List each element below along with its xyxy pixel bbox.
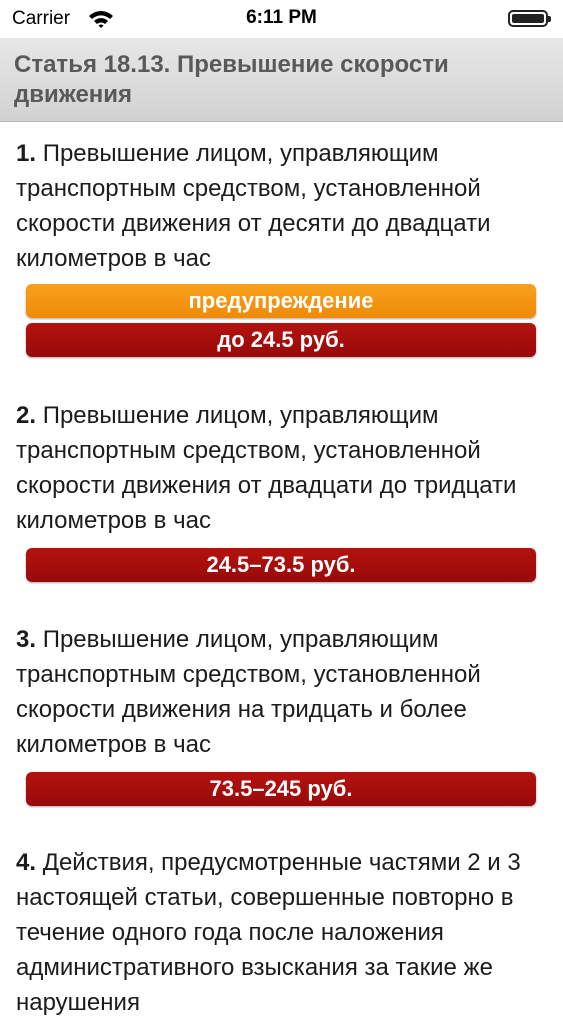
item-number: 2. <box>16 402 37 429</box>
penalty-fine-badge: 24.5–73.5 руб. <box>26 548 536 582</box>
item-number: 4. <box>16 849 37 876</box>
item-text: Превышение лицом, управляющим транспортн… <box>16 402 517 534</box>
status-bar: Carrier 6:11 PM <box>0 0 563 38</box>
item-number: 3. <box>16 626 37 653</box>
battery-icon <box>508 10 551 27</box>
list-item: 4. Действия, предусмотренные частями 2 и… <box>16 845 548 1020</box>
penalty-fine-badge: 73.5–245 руб. <box>26 772 536 806</box>
article-header: Статья 18.13. Превышение скорости движен… <box>0 38 563 122</box>
item-text: Превышение лицом, управляющим транспортн… <box>16 140 491 272</box>
list-item: 3. Превышение лицом, управляющим транспо… <box>16 622 548 762</box>
penalty-warning-badge: предупреждение <box>26 284 536 318</box>
list-item: 2. Превышение лицом, управляющим транспо… <box>16 398 548 538</box>
item-number: 1. <box>16 140 37 167</box>
clock: 6:11 PM <box>246 7 317 28</box>
item-text: Действия, предусмотренные частями 2 и 3 … <box>16 849 521 1016</box>
item-text: Превышение лицом, управляющим транспортн… <box>16 626 481 758</box>
article-title: Статья 18.13. Превышение скорости движен… <box>14 51 449 108</box>
penalty-fine-badge: до 24.5 руб. <box>26 323 536 357</box>
list-item: 1. Превышение лицом, управляющим транспо… <box>16 136 548 276</box>
